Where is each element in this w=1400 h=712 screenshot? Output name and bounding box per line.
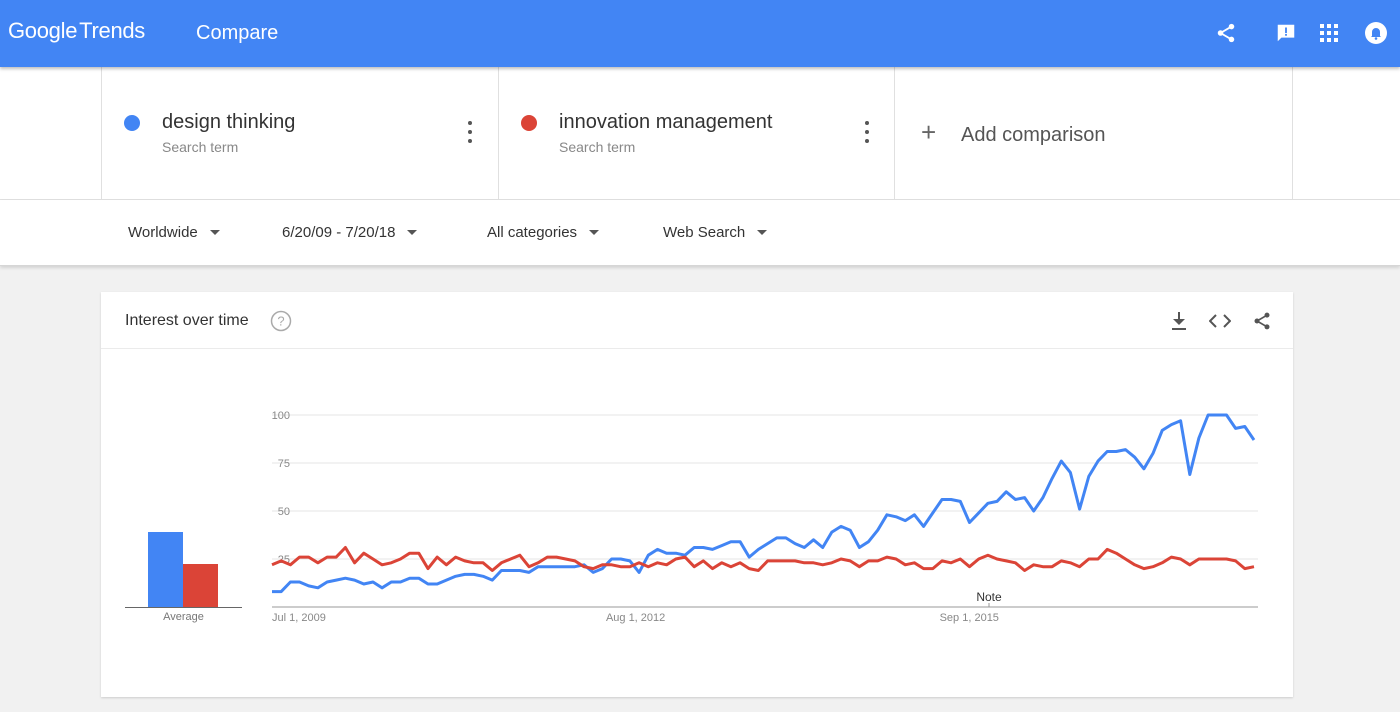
add-comparison-label: Add comparison (961, 124, 1106, 146)
term-name: innovation management (559, 111, 773, 133)
date-range-value: 6/20/09 - 7/20/18 (282, 224, 396, 241)
dropdown-arrow-icon (209, 230, 220, 235)
term-card-design-thinking[interactable]: design thinking Search term (101, 67, 498, 200)
interest-line-chart: 255075100Jul 1, 2009 Aug 1, 2012 Sep 1, 20… (271, 410, 1258, 624)
date-range-dropdown[interactable]: 6/20/09 - 7/20/18 (282, 224, 418, 241)
term-type: Search term (559, 139, 636, 155)
search-type-value: Web Search (663, 224, 746, 241)
filter-bar: Worldwide 6/20/09 - 7/20/18 All categori… (0, 200, 1400, 266)
feedback-icon[interactable] (1271, 18, 1301, 48)
series-color-dot (124, 115, 140, 131)
region-dropdown[interactable]: Worldwide (128, 224, 220, 241)
x-tick-label: Aug 1, 2012 (606, 612, 665, 624)
term-card-innovation-management[interactable]: innovation management Search term (498, 67, 895, 200)
category-value: All categories (487, 224, 578, 241)
logo-trends-text: Trends (79, 18, 146, 43)
y-tick-label: 75 (278, 458, 290, 470)
y-tick-label: 50 (278, 506, 290, 518)
notifications-icon[interactable] (1361, 18, 1391, 48)
more-vert-icon[interactable] (863, 121, 871, 143)
term-type: Search term (162, 139, 239, 155)
apps-icon[interactable] (1314, 18, 1344, 48)
logo-google-text: Google (8, 18, 78, 43)
search-type-dropdown[interactable]: Web Search (663, 224, 768, 241)
dropdown-arrow-icon (407, 230, 418, 235)
x-tick-label: Jul 1, 2009 (272, 612, 326, 624)
chart-note[interactable]: Note (976, 590, 1002, 604)
add-comparison-button[interactable]: + Add comparison (894, 67, 1293, 200)
dropdown-arrow-icon (589, 230, 600, 235)
dropdown-arrow-icon (757, 230, 768, 235)
category-dropdown[interactable]: All categories (487, 224, 600, 241)
interest-over-time-card: Interest over time ? Average 25 50 75 100 Ju… (101, 292, 1293, 697)
term-name: design thinking (162, 111, 296, 133)
x-tick-label: Sep 1, 2015 (940, 612, 999, 624)
share-icon[interactable] (1211, 18, 1241, 48)
google-trends-logo[interactable]: GoogleTrends (8, 18, 145, 44)
comparison-bar: design thinking Search term innovation m… (0, 67, 1400, 200)
series-color-dot (521, 115, 537, 131)
page-title: Compare (196, 22, 279, 44)
more-vert-icon[interactable] (466, 121, 474, 143)
app-header: GoogleTrends Compare (0, 0, 1400, 67)
add-icon: + (921, 117, 937, 147)
y-tick-label: 100 (272, 410, 290, 422)
region-value: Worldwide (128, 224, 198, 241)
